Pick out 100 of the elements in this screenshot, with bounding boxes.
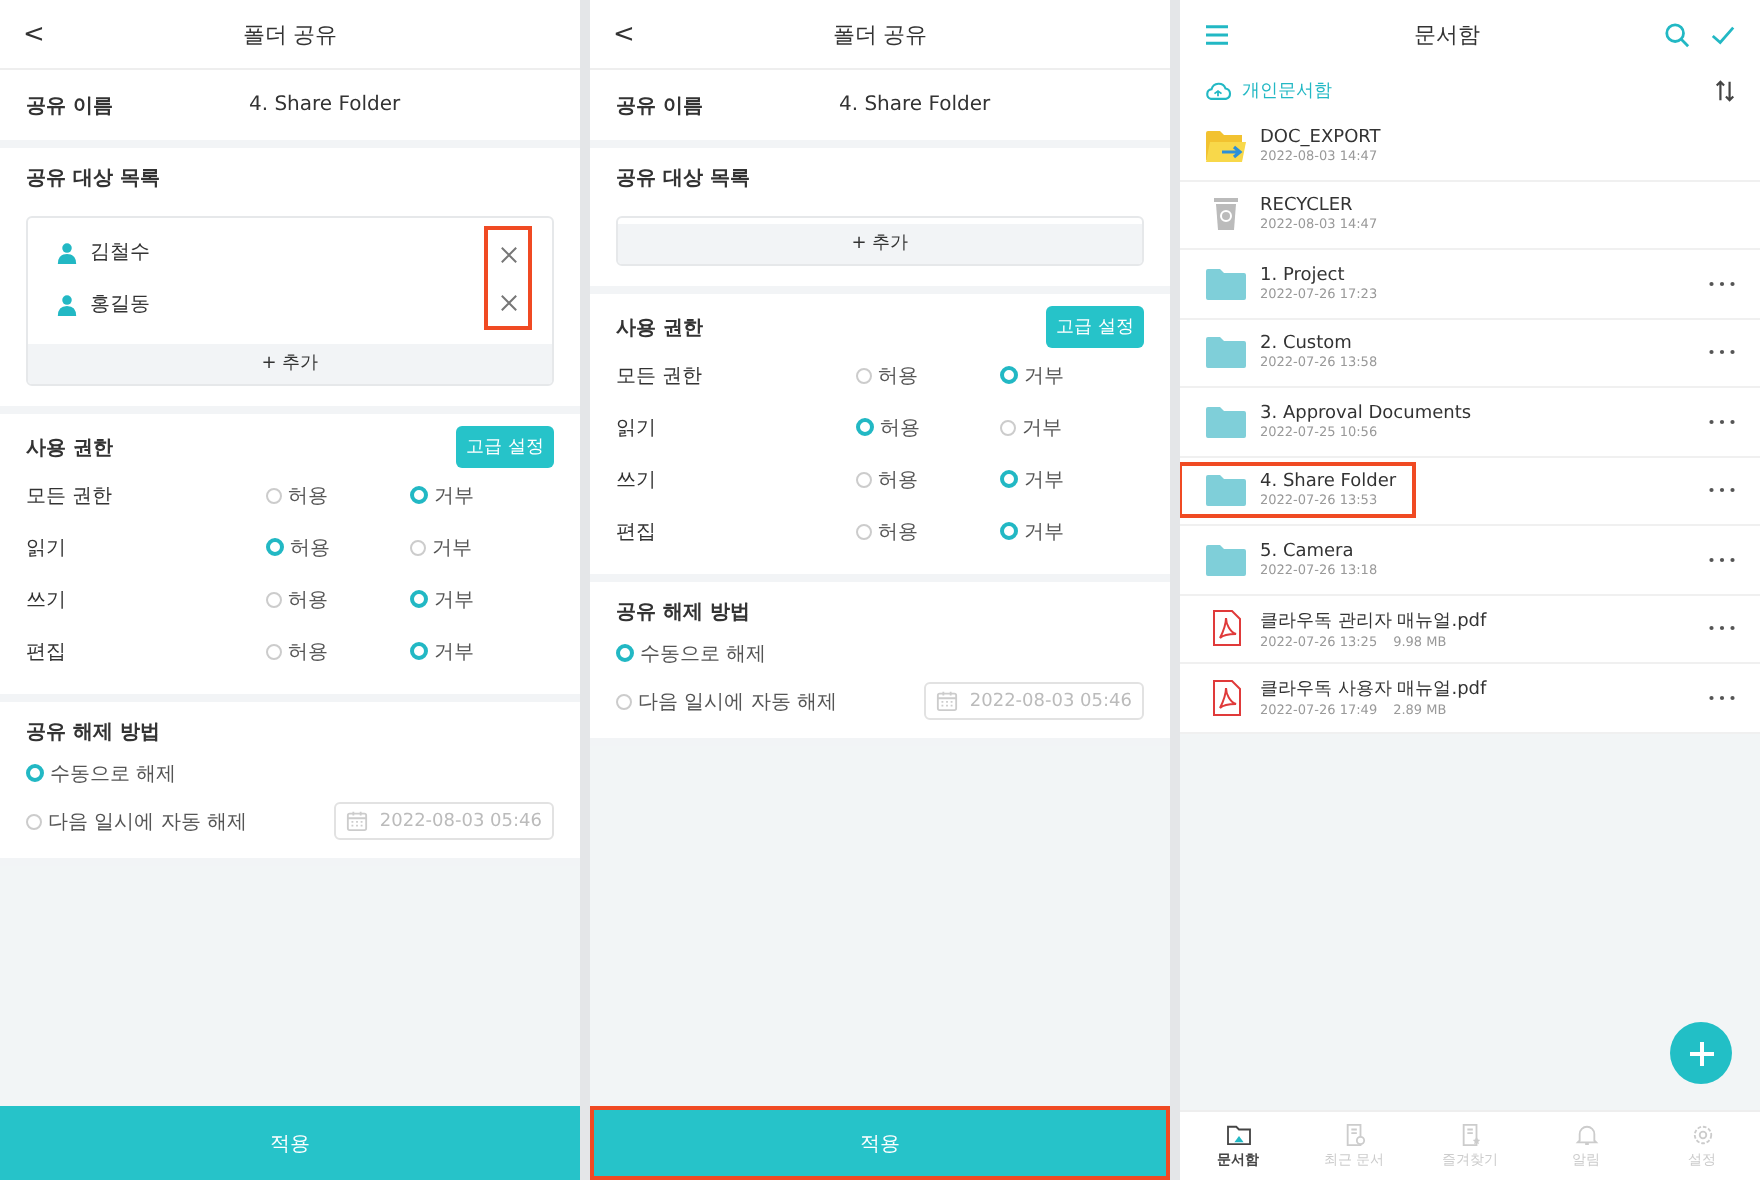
permission-label: 편집	[616, 519, 658, 545]
option-label: 수동으로 해제	[50, 761, 177, 787]
radio-button[interactable]	[856, 471, 873, 487]
close-icon	[499, 245, 517, 263]
add-button[interactable]: + 추가	[618, 223, 1142, 263]
option-label: 허용	[288, 639, 329, 665]
option-label: 거부	[1024, 467, 1065, 493]
target-name: 김철수	[90, 240, 150, 266]
option-label: 거부	[434, 639, 475, 665]
screen-title: 폴더 공유	[242, 19, 338, 49]
radio-option[interactable]: 허용	[856, 361, 1001, 389]
radio-option[interactable]: 허용	[856, 413, 1001, 441]
radio-button[interactable]	[616, 693, 632, 709]
more-icon[interactable]	[1708, 348, 1736, 357]
share-name-label: 공유 이름	[26, 93, 113, 119]
radio-button[interactable]	[616, 644, 634, 662]
close-icon	[499, 293, 517, 311]
radio-button[interactable]	[266, 487, 283, 503]
radio-option[interactable]: 허용	[266, 637, 411, 665]
person-icon	[56, 241, 78, 263]
folder-icon	[1204, 403, 1248, 440]
radio-button[interactable]	[856, 367, 873, 383]
option-label: 허용	[880, 415, 921, 441]
radio-button[interactable]	[266, 591, 283, 607]
more-icon[interactable]	[1708, 417, 1736, 426]
radio-option[interactable]: 다음 일시에 자동 해제	[26, 807, 248, 835]
more-icon[interactable]	[1708, 624, 1736, 633]
radio-option[interactable]: 허용	[266, 481, 411, 509]
add-button[interactable]: + 추가	[28, 343, 552, 383]
file-name: RECYCLER	[1260, 196, 1355, 217]
option-label: 거부	[1024, 363, 1065, 389]
targets-label: 공유 대상 목록	[616, 166, 752, 192]
radio-option[interactable]: 거부	[1000, 517, 1145, 545]
radio-option[interactable]: 거부	[410, 481, 555, 509]
radio-option[interactable]: 허용	[856, 517, 1001, 545]
radio-option[interactable]: 허용	[266, 585, 411, 613]
radio-button[interactable]	[410, 486, 429, 504]
sort-icon[interactable]	[1714, 79, 1736, 101]
folder-icon	[1204, 541, 1248, 578]
back-button[interactable]: <	[20, 19, 48, 49]
radio-button[interactable]	[410, 642, 429, 660]
option-label: 허용	[878, 467, 919, 493]
bell-icon	[1573, 1123, 1599, 1145]
radio-button[interactable]	[266, 538, 285, 556]
release-label: 공유 해제 방법	[616, 599, 752, 625]
option-label: 허용	[878, 363, 919, 389]
radio-button[interactable]	[410, 539, 427, 555]
radio-option[interactable]: 수동으로 해제	[616, 639, 767, 667]
radio-option[interactable]: 거부	[410, 533, 555, 561]
share-name-label: 공유 이름	[616, 93, 703, 119]
radio-option[interactable]: 수동으로 해제	[26, 759, 177, 787]
option-label: 거부	[434, 483, 475, 509]
option-label: 허용	[288, 587, 329, 613]
radio-button[interactable]	[26, 764, 44, 782]
search-icon[interactable]	[1664, 21, 1690, 47]
option-label: 다음 일시에 자동 해제	[638, 689, 838, 715]
option-label: 거부	[432, 535, 473, 561]
folder-icon	[1204, 334, 1248, 371]
more-icon[interactable]	[1708, 693, 1736, 702]
more-icon[interactable]	[1708, 486, 1736, 495]
radio-option[interactable]: 허용	[266, 533, 411, 561]
permissions-label: 사용 권한	[616, 315, 703, 341]
add-fab-button[interactable]	[1670, 1022, 1732, 1084]
more-icon[interactable]	[1708, 555, 1736, 564]
option-label: 거부	[1024, 519, 1065, 545]
radio-button[interactable]	[410, 590, 429, 608]
folder-arrow-icon	[1204, 127, 1248, 164]
radio-button[interactable]	[26, 813, 42, 829]
more-icon[interactable]	[1708, 279, 1736, 288]
radio-option[interactable]: 거부	[1000, 413, 1145, 441]
radio-button[interactable]	[1000, 470, 1019, 488]
radio-option[interactable]: 거부	[1000, 465, 1145, 493]
permission-label: 쓰기	[26, 587, 68, 613]
back-button[interactable]: <	[610, 19, 638, 49]
radio-button[interactable]	[1000, 522, 1019, 540]
file-name: 5. Camera	[1260, 541, 1356, 562]
menu-icon[interactable]	[1204, 23, 1230, 45]
radio-option[interactable]: 거부	[410, 585, 555, 613]
radio-button[interactable]	[1000, 419, 1017, 435]
share-name-value: 4. Share Folder	[248, 94, 401, 116]
share-name-value: 4. Share Folder	[838, 94, 991, 116]
radio-button[interactable]	[266, 643, 283, 659]
radio-button[interactable]	[856, 418, 875, 436]
radio-option[interactable]: 다음 일시에 자동 해제	[616, 687, 838, 715]
radio-option[interactable]: 거부	[1000, 361, 1145, 389]
radio-option[interactable]: 거부	[410, 637, 555, 665]
calendar-icon	[935, 690, 958, 712]
file-name: 2. Custom	[1260, 334, 1354, 355]
settings-icon	[1689, 1123, 1715, 1145]
check-icon[interactable]	[1710, 21, 1736, 47]
radio-button[interactable]	[1000, 366, 1019, 384]
radio-option[interactable]: 허용	[856, 465, 1001, 493]
file-name: DOC_EXPORT	[1260, 127, 1381, 148]
permission-label: 모든 권한	[26, 483, 115, 509]
person-icon	[56, 293, 78, 315]
file-name: 3. Approval Documents	[1260, 403, 1472, 424]
file-name: 클라우독 사용자 매뉴얼.pdf	[1260, 678, 1487, 703]
file-name: 1. Project	[1260, 265, 1347, 286]
option-label: 허용	[290, 535, 331, 561]
radio-button[interactable]	[856, 523, 873, 539]
